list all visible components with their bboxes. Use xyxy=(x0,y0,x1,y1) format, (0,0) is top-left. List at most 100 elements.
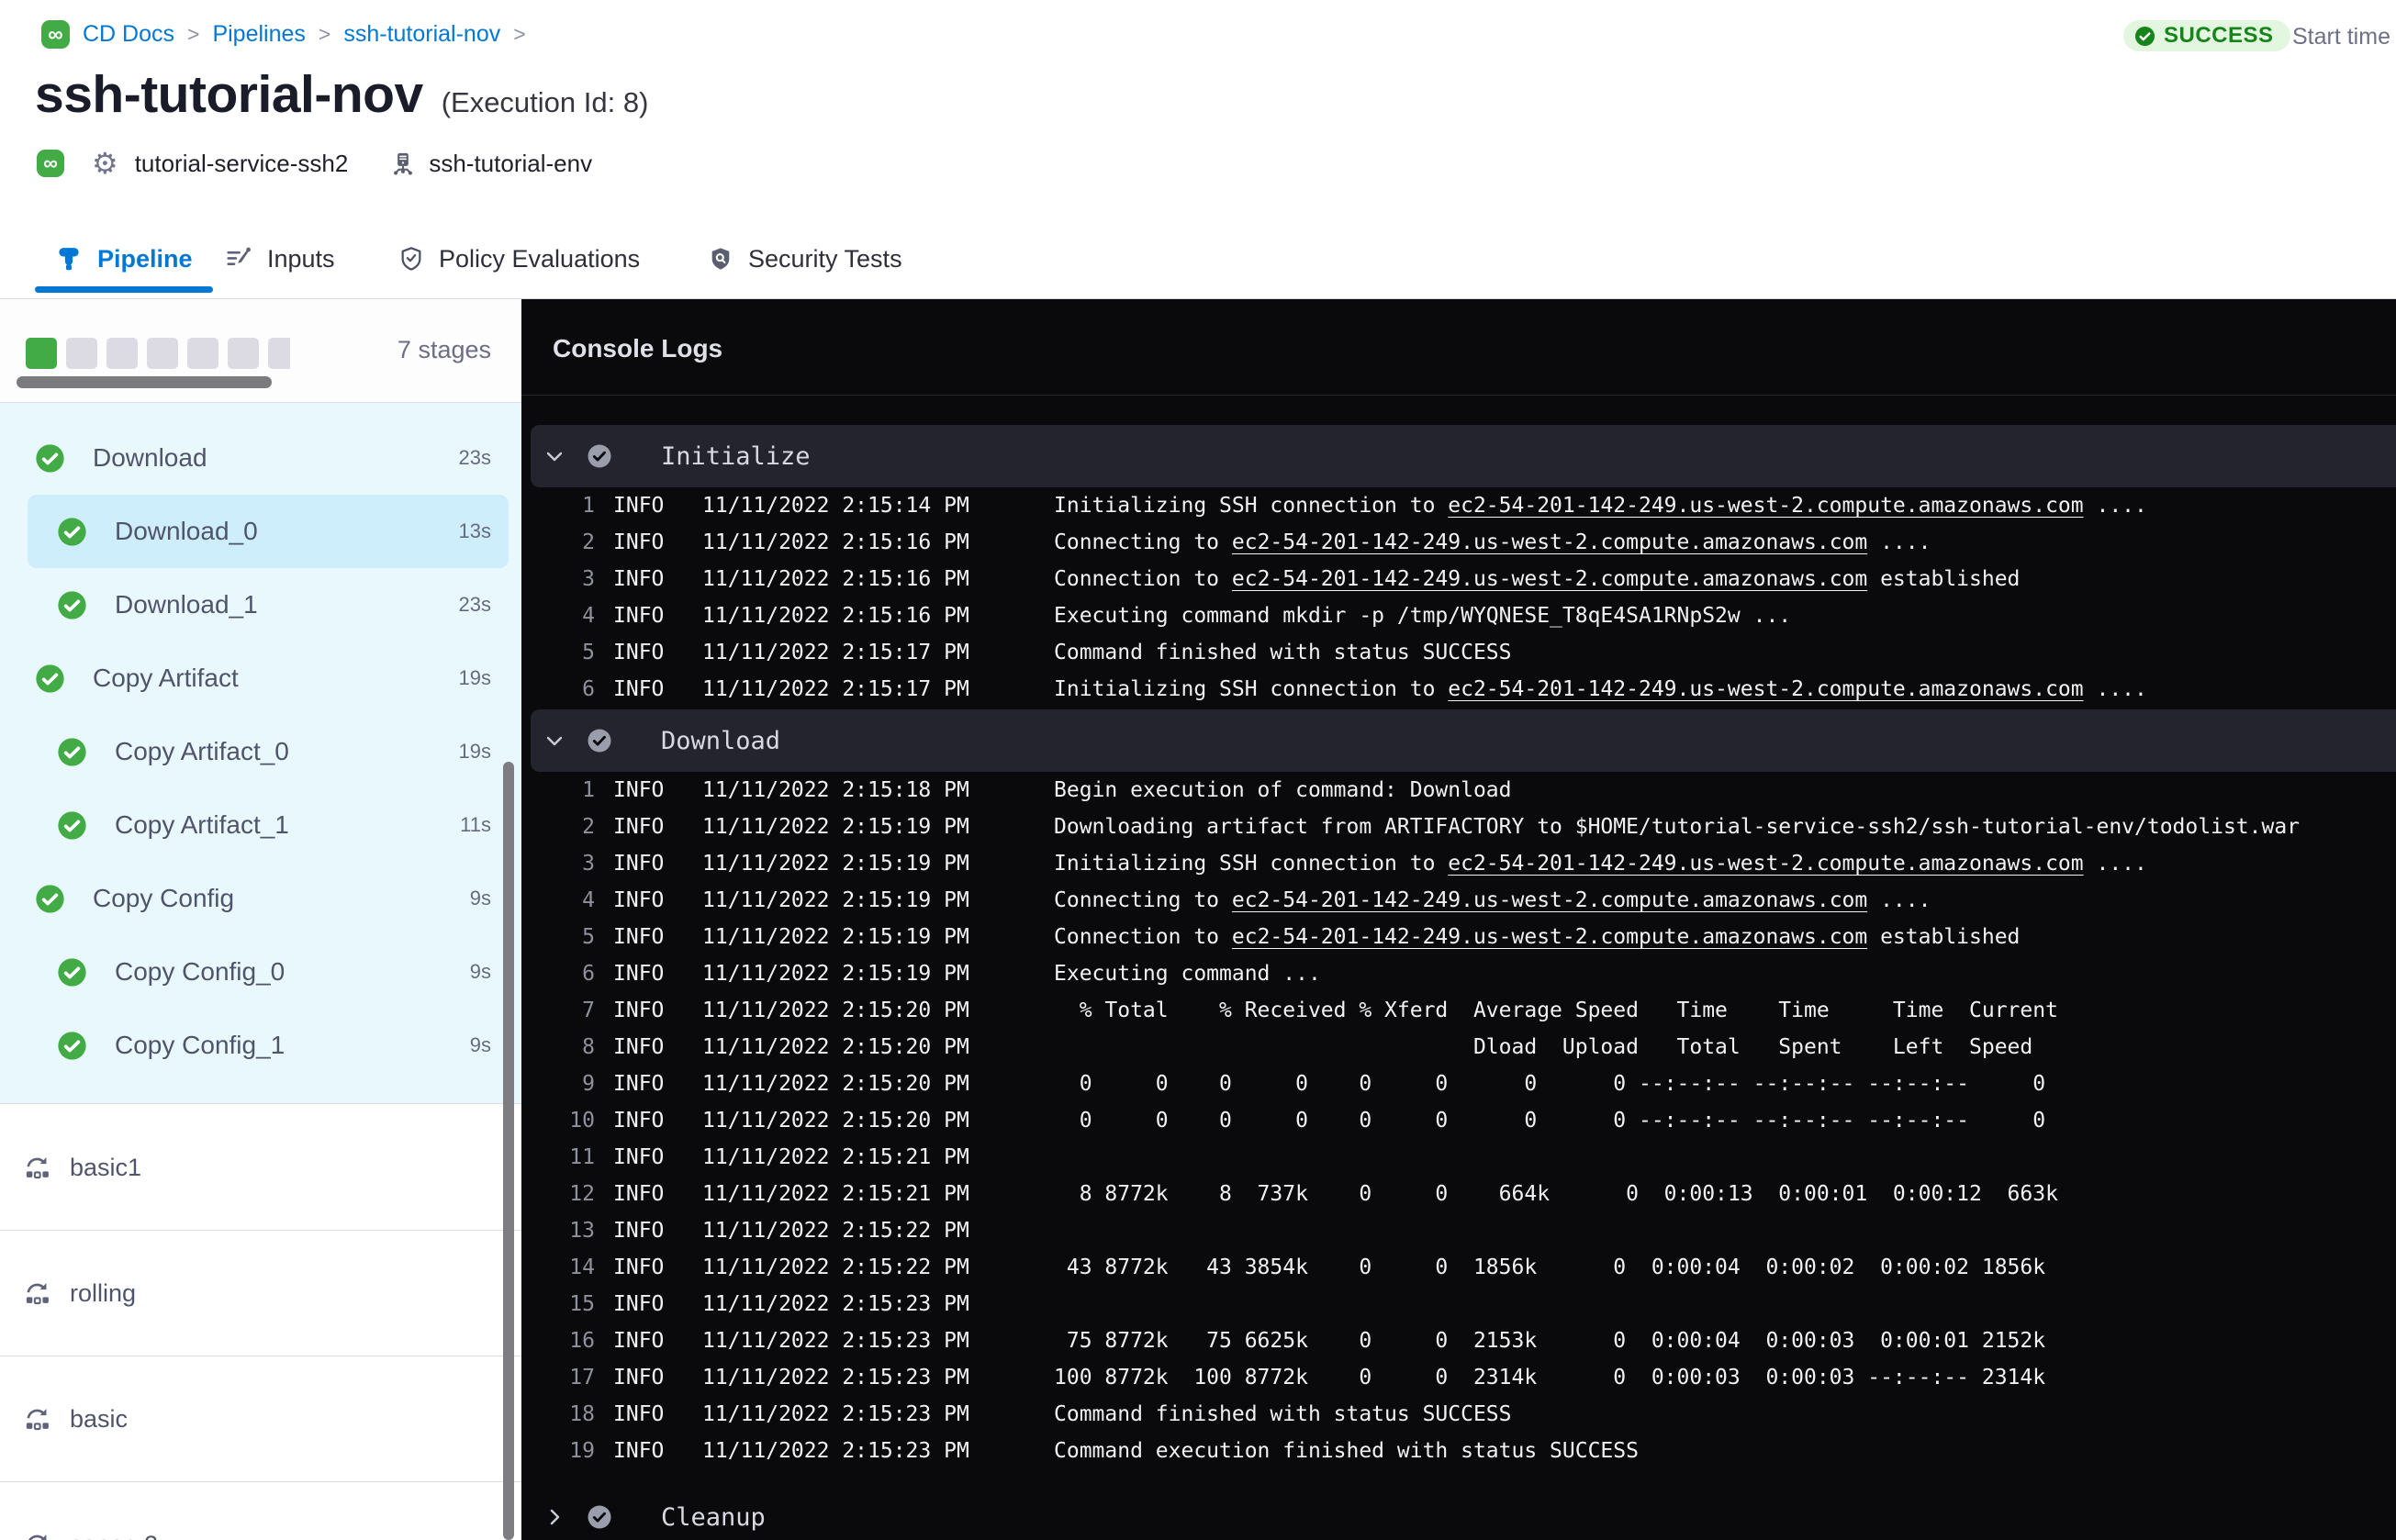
stage-label: Download xyxy=(93,443,207,472)
pipeline-item-basic[interactable]: basic xyxy=(0,1356,521,1482)
breadcrumb-link[interactable]: CD Docs xyxy=(83,21,174,48)
log-message: Begin execution of command: Download xyxy=(1054,778,2396,802)
log-text: .... xyxy=(1867,888,1931,912)
log-section-header-download[interactable]: Download xyxy=(531,709,2396,772)
log-line-number: 3 xyxy=(582,567,595,591)
log-level: INFO xyxy=(613,1035,665,1059)
log-timestamp: 11/11/2022 2:15:16 PM xyxy=(702,530,969,554)
stage-square-pending xyxy=(228,338,259,369)
breadcrumb: ∞ CD Docs > Pipelines > ssh-tutorial-nov > xyxy=(41,20,526,49)
log-level: INFO xyxy=(613,1292,665,1316)
breadcrumb-separator-icon: > xyxy=(187,22,200,46)
stage-row-copy config[interactable]: Copy Config 9s xyxy=(0,862,521,935)
chevron-down-icon[interactable] xyxy=(543,730,565,752)
log-level: INFO xyxy=(613,1329,665,1353)
log-line-number: 13 xyxy=(569,1219,595,1243)
log-text: Executing command ... xyxy=(1054,962,1321,986)
log-line: 10 INFO 11/11/2022 2:15:20 PM 0 0 0 0 0 0 … xyxy=(521,1102,2396,1139)
stage-row-download[interactable]: Download 23s xyxy=(0,421,521,495)
service-environment-row: ∞ ⚙ tutorial-service-ssh2 ssh-tutorial-e… xyxy=(37,145,592,182)
stage-row-download_0[interactable]: Download_0 13s xyxy=(0,495,521,568)
stage-row-copy artifact_0[interactable]: Copy Artifact_0 19s xyxy=(0,715,521,788)
stage-label: Copy Config xyxy=(93,884,235,912)
chevron-right-icon[interactable] xyxy=(543,1506,565,1528)
log-level: INFO xyxy=(613,1439,665,1463)
log-message: Initializing SSH connection to ec2-54-20… xyxy=(1054,677,2396,701)
log-line-number: 19 xyxy=(569,1439,595,1463)
breadcrumb-link[interactable]: ssh-tutorial-nov xyxy=(343,21,500,48)
stage-row-copy config_1[interactable]: Copy Config_1 9s xyxy=(0,1009,521,1082)
tab-policy-evaluations[interactable]: Policy Evaluations xyxy=(398,231,640,286)
security-shield-icon xyxy=(708,246,733,272)
stage-graph-horizontal-scrollbar[interactable] xyxy=(17,376,272,388)
log-text: 100 8772k 100 8772k 0 0 2314k 0 0:00:03 … xyxy=(1054,1366,2046,1389)
log-text: established xyxy=(1867,567,2021,591)
pipeline-item-canary2[interactable]: canary2 xyxy=(0,1482,521,1540)
log-timestamp: 11/11/2022 2:15:23 PM xyxy=(702,1402,969,1426)
tab-security-tests[interactable]: Security Tests xyxy=(708,231,902,286)
log-message: Executing command mkdir -p /tmp/WYQNESE_… xyxy=(1054,604,2396,628)
log-line-number: 2 xyxy=(582,815,595,839)
log-line: 5 INFO 11/11/2022 2:15:17 PM Command finish… xyxy=(521,634,2396,671)
log-line: 11 INFO 11/11/2022 2:15:21 PM xyxy=(521,1139,2396,1176)
log-level: INFO xyxy=(613,778,665,802)
chevron-down-icon[interactable] xyxy=(543,445,565,467)
log-message: Command execution finished with status S… xyxy=(1054,1439,2396,1463)
pipeline-item-rolling[interactable]: rolling xyxy=(0,1231,521,1356)
breadcrumb-link[interactable]: Pipelines xyxy=(212,21,305,48)
log-text: established xyxy=(1867,925,2021,949)
log-line-number: 3 xyxy=(582,852,595,876)
log-timestamp: 11/11/2022 2:15:21 PM xyxy=(702,1145,969,1169)
harness-logo-icon: ∞ xyxy=(37,150,64,177)
log-timestamp: 11/11/2022 2:15:23 PM xyxy=(702,1292,969,1316)
log-line-number: 9 xyxy=(582,1072,595,1096)
stage-row-copy artifact[interactable]: Copy Artifact 19s xyxy=(0,642,521,715)
sidebar-vertical-scrollbar[interactable] xyxy=(503,762,514,1540)
pipeline-item-basic1[interactable]: basic1 xyxy=(0,1105,521,1231)
service-name[interactable]: tutorial-service-ssh2 xyxy=(135,150,349,178)
log-level: INFO xyxy=(613,1219,665,1243)
log-message: 100 8772k 100 8772k 0 0 2314k 0 0:00:03 … xyxy=(1054,1366,2396,1389)
log-section-header-initialize[interactable]: Initialize xyxy=(531,425,2396,487)
stage-row-download_1[interactable]: Download_1 23s xyxy=(0,568,521,642)
log-text: 0 0 0 0 0 0 0 0 --:--:-- --:--:-- --:--:… xyxy=(1054,1109,2046,1133)
success-check-icon xyxy=(57,957,87,988)
breadcrumb-separator-icon: > xyxy=(318,22,331,46)
log-section-header-cleanup[interactable]: Cleanup xyxy=(531,1486,2396,1540)
log-timestamp: 11/11/2022 2:15:23 PM xyxy=(702,1366,969,1389)
log-line-number: 6 xyxy=(582,677,595,701)
log-text: Downloading artifact from ARTIFACTORY to… xyxy=(1054,815,2301,839)
log-message: Executing command ... xyxy=(1054,962,2396,986)
log-timestamp: 11/11/2022 2:15:19 PM xyxy=(702,815,969,839)
console-logs-panel: Console Logs Initialize 1 INFO 11/11/2022 2… xyxy=(521,299,2396,1540)
log-text: Initializing SSH connection to xyxy=(1054,852,1449,876)
tab-pipeline[interactable]: Pipeline xyxy=(35,231,213,293)
log-text: Begin execution of command: Download xyxy=(1054,778,1512,802)
log-line: 2 INFO 11/11/2022 2:15:19 PM Downloading ar… xyxy=(521,809,2396,845)
log-message: Downloading artifact from ARTIFACTORY to… xyxy=(1054,815,2396,839)
stage-row-copy config_0[interactable]: Copy Config_0 9s xyxy=(0,935,521,1009)
log-host-link: ec2-54-201-142-249.us-west-2.compute.ama… xyxy=(1231,888,1868,912)
stage-square-pending xyxy=(147,338,178,369)
stage-progress-squares xyxy=(26,338,290,371)
log-timestamp: 11/11/2022 2:15:20 PM xyxy=(702,1109,969,1133)
stage-summary: 7 stages xyxy=(0,299,521,403)
log-timestamp: 11/11/2022 2:15:19 PM xyxy=(702,852,969,876)
stage-row-copy artifact_1[interactable]: Copy Artifact_1 11s xyxy=(0,788,521,862)
log-message: 0 0 0 0 0 0 0 0 --:--:-- --:--:-- --:--:… xyxy=(1054,1072,2396,1096)
log-line: 1 INFO 11/11/2022 2:15:18 PM Begin executio… xyxy=(521,772,2396,809)
log-timestamp: 11/11/2022 2:15:20 PM xyxy=(702,1035,969,1059)
environment-name[interactable]: ssh-tutorial-env xyxy=(429,150,592,178)
stage-label: Copy Artifact_0 xyxy=(115,737,289,765)
log-level: INFO xyxy=(613,604,665,628)
log-message: 8 8772k 8 737k 0 0 664k 0 0:00:13 0:00:0… xyxy=(1054,1182,2396,1206)
tab-inputs[interactable]: Inputs xyxy=(225,231,335,286)
log-timestamp: 11/11/2022 2:15:23 PM xyxy=(702,1439,969,1463)
stage-list: Download 23s Download_0 13s Download_1 23s Cop… xyxy=(0,403,521,1104)
log-line-number: 12 xyxy=(569,1182,595,1206)
log-message: 43 8772k 43 3854k 0 0 1856k 0 0:00:04 0:… xyxy=(1054,1255,2396,1279)
log-message: 75 8772k 75 6625k 0 0 2153k 0 0:00:04 0:… xyxy=(1054,1329,2396,1353)
log-line-number: 10 xyxy=(569,1109,595,1133)
log-line: 17 INFO 11/11/2022 2:15:23 PM 100 8772k 100… xyxy=(521,1359,2396,1396)
log-line: 5 INFO 11/11/2022 2:15:19 PM Connection to … xyxy=(521,919,2396,955)
